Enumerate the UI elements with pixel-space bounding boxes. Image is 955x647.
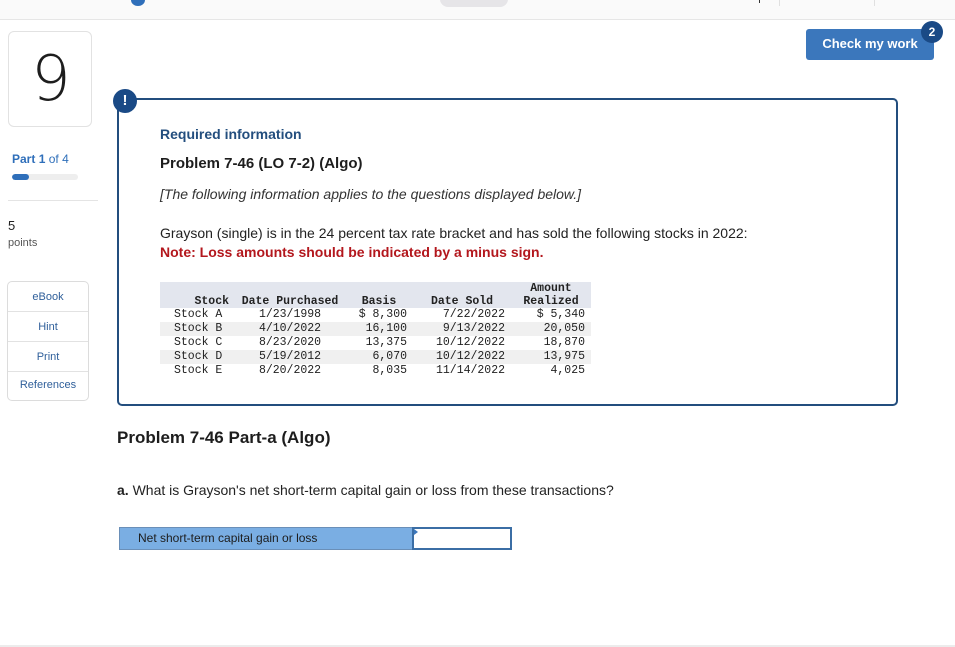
ebook-button[interactable]: eBook [8,282,88,312]
cell-stock: Stock D [174,350,223,363]
table-row: Stock C 8/23/2020 13,375 10/12/2022 18,870 [160,336,591,350]
cell-date-sold: 10/12/2022 [435,350,505,363]
cell-date-sold: 11/14/2022 [435,364,505,377]
sidebar-divider [8,200,98,201]
answer-row: Net short-term capital gain or loss [119,527,512,550]
scenario-text: Grayson (single) is in the 24 percent ta… [160,225,748,241]
loss-note: Note: Loss amounts should be indicated b… [160,244,544,260]
table-row: Stock D 5/19/2012 6,070 10/12/2022 13,975 [160,350,591,364]
cell-stock: Stock A [174,308,223,321]
table-row: Stock E 8/20/2022 8,035 11/14/2022 4,025 [160,364,591,378]
references-button[interactable]: References [8,372,88,400]
part-of: of [48,152,59,166]
col-header-date-purchased: Date Purchased [241,295,339,308]
cell-amount-realized: 13,975 [543,350,585,363]
cell-basis: $ 8,300 [358,308,407,321]
col-header-date-sold: Date Sold [430,295,494,308]
cell-amount-realized: 18,870 [543,336,585,349]
cell-basis: 16,100 [365,322,407,335]
question-number: 9 [31,42,71,115]
applies-note: [The following information applies to th… [160,186,582,202]
table-row: Stock B 4/10/2022 16,100 9/13/2022 20,050 [160,322,591,336]
required-information-heading: Required information [160,126,302,142]
cell-date-purchased: 4/10/2022 [258,322,322,335]
col-header-stock: Stock [194,295,229,308]
cell-date-sold: 10/12/2022 [435,336,505,349]
toolbar-tick [759,0,760,3]
question-number-card: 9 [8,31,98,133]
alert-icon: ! [113,89,137,113]
cell-amount-realized: $ 5,340 [536,308,585,321]
cell-stock: Stock B [174,322,223,335]
toolbar-indicator-icon [131,0,145,6]
toolbar-separator [874,0,875,6]
part-prefix: Part [12,152,36,166]
toolbar-pill[interactable] [440,0,508,7]
stocks-table: Stock Date Purchased Basis Date Sold Amo… [160,282,591,378]
problem-title: Problem 7-46 (LO 7-2) (Algo) [160,155,363,172]
check-attempts-badge: 2 [921,21,943,43]
top-toolbar [0,0,955,20]
col-header-amount-realized: Amount Realized [511,282,591,308]
part-a-title: Problem 7-46 Part-a (Algo) [117,428,331,447]
cell-stock: Stock E [174,364,223,377]
part-total: 4 [62,152,69,166]
part-progress-bar [12,174,78,180]
cell-date-purchased: 5/19/2012 [258,350,322,363]
tools-panel: eBook Hint Print References [7,281,89,401]
cell-date-sold: 9/13/2022 [442,322,505,335]
part-current: 1 [38,152,46,166]
answer-cell [412,527,512,550]
cell-basis: 6,070 [372,350,407,363]
points-value: 5 [8,218,16,233]
cell-date-purchased: 8/20/2022 [258,364,322,377]
points-label: points [8,237,38,249]
table-header-row: Stock Date Purchased Basis Date Sold Amo… [160,282,591,308]
part-progress-fill [12,174,29,180]
question-prefix: a. [117,482,129,498]
table-row: Stock A 1/23/1998 $ 8,300 7/22/2022 $ 5,340 [160,308,591,322]
cell-date-purchased: 1/23/1998 [258,308,322,321]
part-a-question: a. What is Grayson's net short-term capi… [117,482,614,498]
toolbar-separator [779,0,780,6]
cell-date-purchased: 8/23/2020 [258,336,322,349]
check-my-work-button[interactable]: Check my work [806,29,934,60]
cell-date-sold: 7/22/2022 [442,308,505,321]
answer-label: Net short-term capital gain or loss [119,527,412,550]
hint-button[interactable]: Hint [8,312,88,342]
amount-header-line2: Realized [523,295,579,308]
part-indicator: Part 1 of 4 [12,152,69,166]
cell-amount-realized: 4,025 [550,364,585,377]
cell-basis: 8,035 [372,364,407,377]
amount-header-line1: Amount [530,282,572,295]
col-header-basis: Basis [361,295,397,308]
print-button[interactable]: Print [8,342,88,372]
question-text: What is Grayson's net short-term capital… [128,482,614,498]
net-short-term-gain-input[interactable] [412,527,512,550]
cell-amount-realized: 20,050 [543,322,585,335]
cell-basis: 13,375 [365,336,407,349]
cell-stock: Stock C [174,336,223,349]
